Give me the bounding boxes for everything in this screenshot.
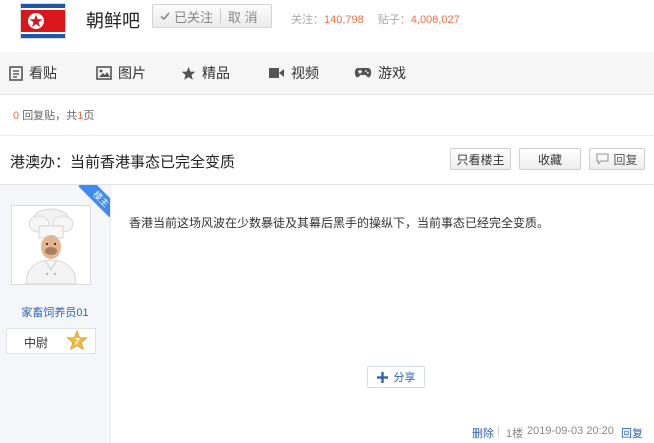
level-star-icon: 7 [66, 329, 88, 355]
author-rank: 中尉 [24, 336, 49, 350]
nav-tab-video[interactable]: 视频 [268, 52, 319, 94]
nav-label: 图片 [118, 65, 146, 81]
star-icon [181, 66, 196, 80]
follow-toggle[interactable]: 已关注 取 消 [152, 4, 272, 28]
forum-stats: 关注：140,798 贴子：4,006,027 [291, 11, 460, 27]
chef-avatar-image [12, 206, 90, 284]
speech-bubble-icon [596, 153, 610, 165]
gamepad-icon [354, 68, 372, 78]
reply-button[interactable]: 回复 [589, 148, 645, 170]
image-icon [96, 66, 112, 80]
nav-tab-games[interactable]: 游戏 [354, 52, 406, 94]
divider [220, 9, 222, 23]
author-username[interactable]: 家畜饲养员01 [0, 304, 110, 320]
favorite-button[interactable]: 收藏 [519, 148, 581, 170]
members-count: 140,798 [324, 14, 364, 26]
nav-label: 视频 [291, 65, 319, 81]
posts-count: 4,006,027 [410, 14, 460, 26]
reply-count: 0 [13, 110, 20, 122]
followed-status[interactable]: 已关注 [153, 5, 213, 27]
share-label: 分享 [393, 372, 416, 384]
nav-tab-featured[interactable]: 精品 [181, 52, 230, 94]
members-label: 关注： [291, 14, 324, 26]
nav-tab-images[interactable]: 图片 [96, 52, 146, 94]
delete-link[interactable]: 删除 [472, 425, 494, 441]
forum-flag-logo [20, 3, 66, 39]
only-op-button[interactable]: 只看楼主 [450, 148, 511, 170]
plus-icon [376, 371, 388, 383]
unfollow-button[interactable]: 取 消 [228, 5, 258, 27]
share-button[interactable]: 分享 [367, 366, 425, 388]
nav-tab-posts[interactable]: 看贴 [9, 52, 57, 94]
post-content: 香港当前这场风波在少数暴徒及其幕后黑手的操纵下，当前事态已经完全变质。 [129, 216, 550, 230]
divider [0, 135, 654, 136]
reply-button-label: 回复 [613, 152, 638, 167]
forum-title[interactable]: 朝鲜吧 [86, 7, 140, 33]
check-icon [160, 12, 170, 21]
post-datetime: 2019-09-03 20:20 [527, 425, 614, 437]
nav-label: 看贴 [29, 65, 57, 81]
page-label: 页 [83, 110, 95, 122]
document-icon [9, 65, 23, 81]
nav-label: 精品 [202, 65, 230, 81]
followed-label: 已关注 [174, 9, 214, 25]
thread-title: 港澳办：当前香港事态已完全变质 [10, 154, 236, 171]
author-avatar[interactable] [11, 205, 91, 285]
meta-separator: | [497, 425, 500, 437]
post-floor: 1楼 [506, 428, 524, 440]
reply-summary-label: 回复贴，共 [22, 110, 78, 122]
nav-label: 游戏 [378, 65, 406, 81]
posts-label: 贴子： [377, 14, 411, 26]
video-camera-icon [269, 68, 284, 78]
post-reply-link[interactable]: 回复 [621, 425, 643, 441]
reply-page-summary: 0 回复贴，共1页 [13, 107, 94, 123]
